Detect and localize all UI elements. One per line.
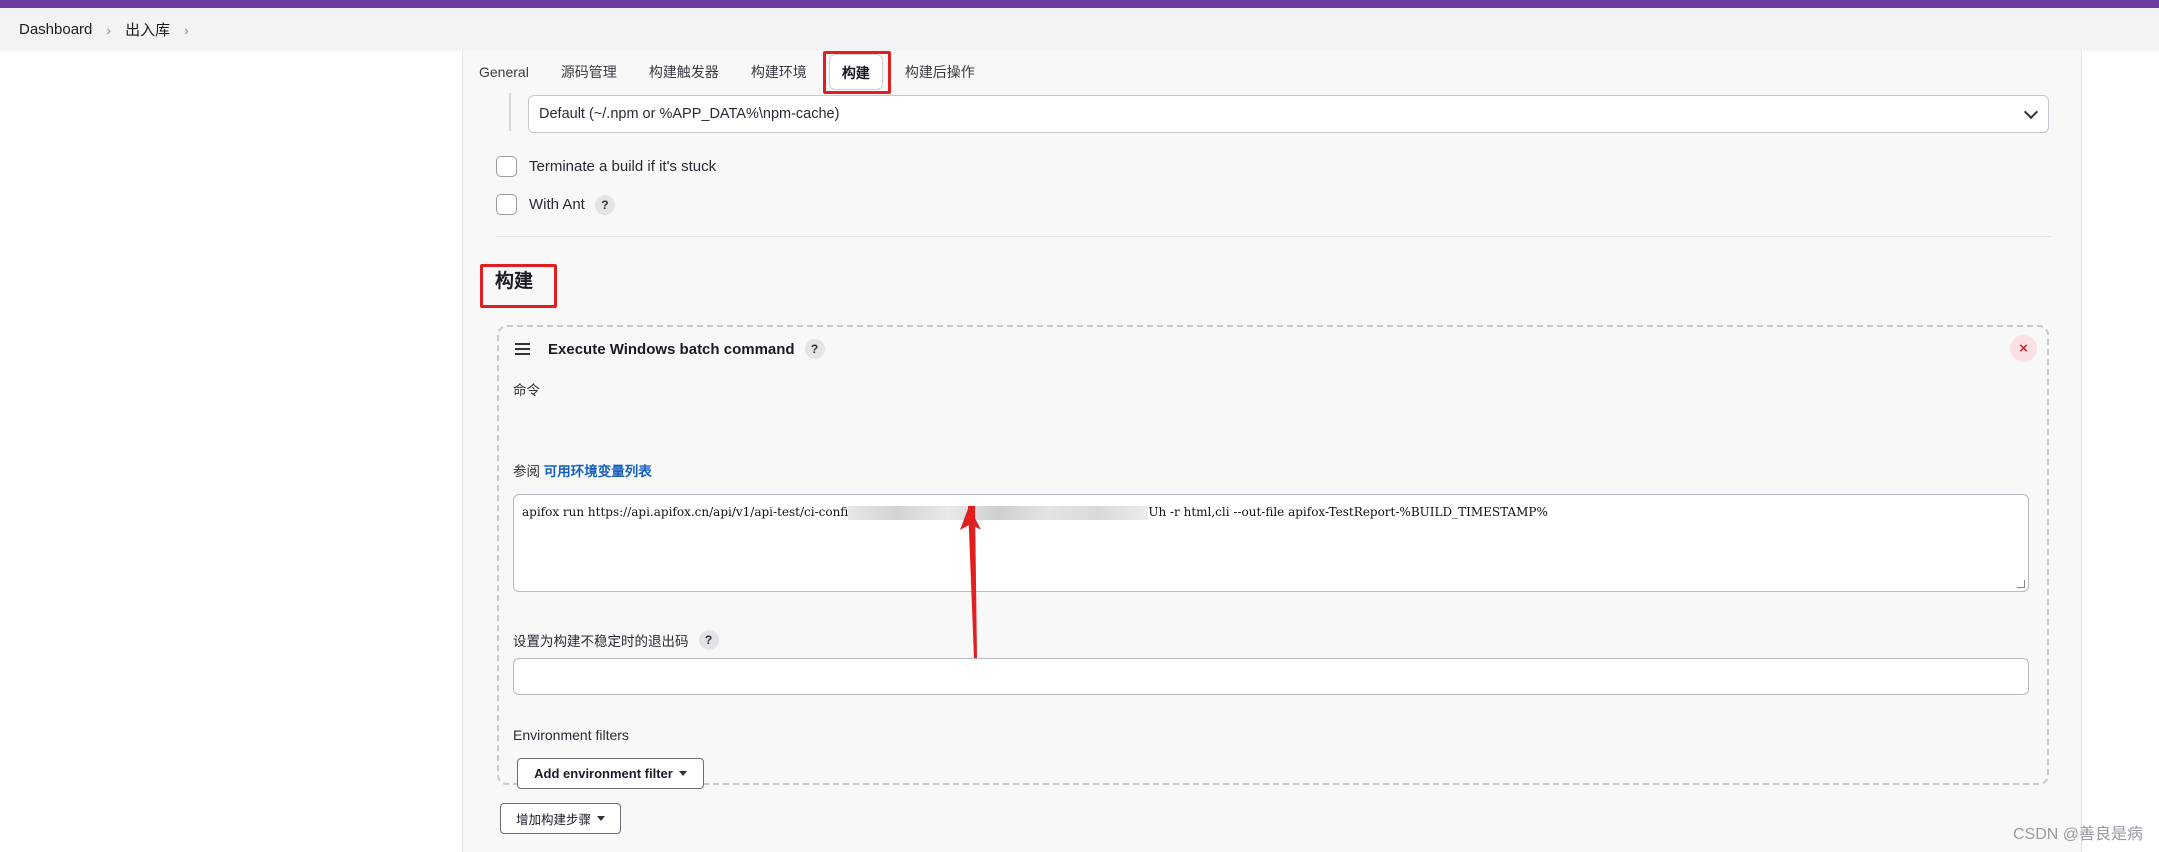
command-text-start: apifox run https://api.apifox.cn/api/v1/… (522, 505, 849, 519)
add-build-step-label: 增加构建步骤 (515, 813, 591, 827)
tab-build-environment[interactable]: 构建环境 (735, 54, 823, 90)
terminate-stuck-checkbox[interactable] (496, 156, 517, 177)
help-icon[interactable]: ? (594, 194, 615, 215)
env-vars-link[interactable]: 可用环境变量列表 (544, 464, 652, 479)
npm-cache-select[interactable]: Default (~/.npm or %APP_DATA%\npm-cache) (528, 95, 2049, 133)
with-ant-row: With Ant ? (496, 194, 615, 215)
chevron-right-icon[interactable]: › (184, 22, 189, 38)
job-config-panel: General 源码管理 构建触发器 构建环境 构建 构建后操作 Default… (462, 51, 2082, 852)
tab-post-build[interactable]: 构建后操作 (889, 54, 991, 90)
tab-general[interactable]: General (463, 54, 545, 90)
resize-handle-icon[interactable] (2017, 580, 2025, 588)
env-filters-label: Environment filters (513, 727, 629, 743)
add-build-step-button[interactable]: 增加构建步骤 (500, 803, 621, 834)
command-text-end: Uh -r html,cli --out-file apifox-TestRep… (1148, 505, 1548, 519)
add-env-filter-button[interactable]: Add environment filter (517, 758, 704, 789)
see-also-line: 参阅 可用环境变量列表 (513, 460, 652, 480)
with-ant-checkbox[interactable] (496, 194, 517, 215)
chevron-right-icon: › (106, 21, 112, 38)
exit-code-input[interactable] (513, 658, 2029, 695)
section-title-build: 构建 (495, 271, 534, 292)
breadcrumb-dashboard[interactable]: Dashboard (19, 21, 92, 38)
redacted-blur (848, 505, 1149, 520)
exit-code-label: 设置为构建不稳定时的退出码 (513, 634, 689, 649)
add-env-filter-label: Add environment filter (534, 766, 673, 781)
config-tabs: General 源码管理 构建触发器 构建环境 构建 构建后操作 (463, 51, 991, 93)
help-icon[interactable]: ? (804, 339, 825, 359)
command-textarea[interactable]: apifox run https://api.apifox.cn/api/v1/… (513, 494, 2029, 592)
exit-code-row: 设置为构建不稳定时的退出码 ? (513, 630, 719, 650)
tab-source-control[interactable]: 源码管理 (545, 54, 633, 90)
delete-step-button[interactable]: × (2010, 335, 2037, 362)
npm-cache-select-value: Default (~/.npm or %APP_DATA%\npm-cache) (539, 106, 840, 122)
tab-highlight-box (823, 51, 891, 94)
build-step-card: Execute Windows batch command ? × 命令 参阅 … (497, 325, 2049, 789)
section-divider (496, 236, 2051, 237)
help-icon[interactable]: ? (698, 630, 719, 650)
breadcrumb-project[interactable]: 出入库 (125, 19, 170, 40)
watermark: CSDN @善良是病 (2012, 826, 2143, 843)
command-label: 命令 (513, 383, 540, 398)
see-also-prefix: 参阅 (513, 464, 540, 479)
build-step-title: Execute Windows batch command (548, 340, 795, 358)
nested-guide-line (509, 93, 511, 131)
caret-down-icon (597, 816, 605, 821)
with-ant-label: With Ant (529, 196, 585, 213)
chevron-down-icon (2023, 104, 2039, 120)
tab-build-triggers[interactable]: 构建触发器 (633, 54, 735, 90)
terminate-stuck-label: Terminate a build if it's stuck (529, 158, 717, 175)
drag-handle-icon[interactable] (515, 340, 530, 358)
caret-down-icon (678, 771, 687, 776)
top-accent-bar (0, 0, 2159, 8)
breadcrumb: Dashboard › 出入库 › (0, 8, 2159, 51)
terminate-stuck-row: Terminate a build if it's stuck (496, 156, 716, 177)
build-step-header: Execute Windows batch command ? (515, 339, 825, 359)
